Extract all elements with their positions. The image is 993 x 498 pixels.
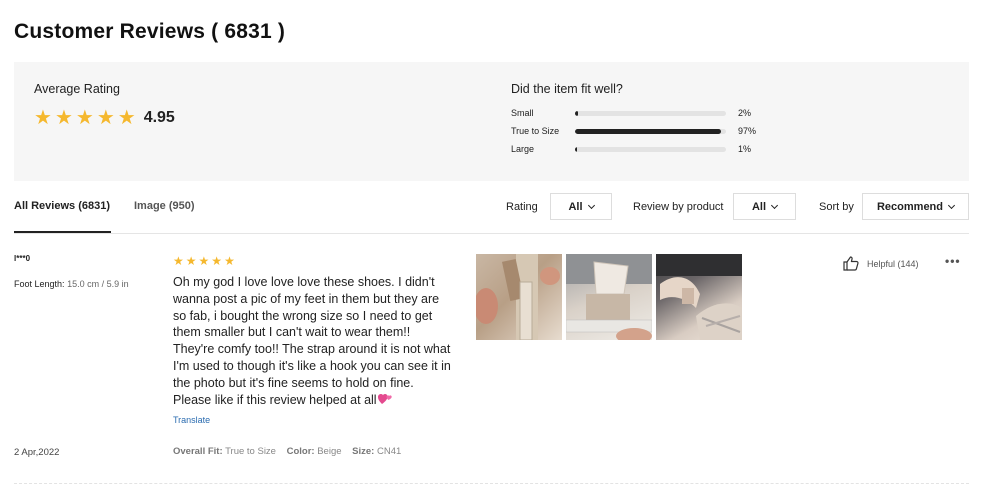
chevron-down-icon xyxy=(587,201,595,209)
star-icon: ★ xyxy=(211,254,223,268)
review-date: 2 Apr,2022 xyxy=(14,447,60,458)
star-icon: ★ xyxy=(54,107,73,129)
fit-label: Small xyxy=(511,108,534,118)
fit-label: Large xyxy=(511,144,535,154)
star-icon: ★ xyxy=(224,254,235,268)
fit-bar-fill xyxy=(575,129,722,134)
review-text: Oh my god I love love love these shoes. … xyxy=(173,275,451,407)
fit-row-true-to-size: True to Size 97% xyxy=(511,124,771,138)
thumbs-up-icon xyxy=(843,256,859,271)
review-divider xyxy=(14,483,969,484)
star-icon: ★ xyxy=(117,107,136,129)
size-value: CN41 xyxy=(377,446,402,457)
fit-question: Did the item fit well? xyxy=(511,82,623,96)
review-photo-3[interactable] xyxy=(656,254,742,340)
fit-bar xyxy=(575,129,726,134)
review-photo-2-image xyxy=(566,254,652,340)
tab-image[interactable]: Image (950) xyxy=(134,200,195,212)
foot-length-label: Foot Length: xyxy=(14,279,65,289)
sort-label: Sort by xyxy=(819,201,854,213)
fit-row-large: Large 1% xyxy=(511,142,771,156)
fit-label: True to Size xyxy=(511,126,560,136)
translate-link[interactable]: Translate xyxy=(173,415,210,425)
rating-summary-panel: Average Rating ★ ★ ★ ★ ★ 4.95 Did the it… xyxy=(14,62,969,181)
overall-fit-value: True to Size xyxy=(225,446,276,457)
star-icon: ★ xyxy=(96,107,115,129)
sort-dropdown[interactable]: Recommend xyxy=(862,193,969,220)
color-label: Color: xyxy=(286,446,315,457)
size-label: Size: xyxy=(352,446,375,457)
star-icon: ★ xyxy=(198,254,210,268)
fit-bar-fill xyxy=(575,147,577,152)
more-options-button[interactable]: ••• xyxy=(945,255,961,267)
fit-bar xyxy=(575,147,726,152)
fit-bar-fill xyxy=(575,111,579,116)
review-photo-1-image xyxy=(476,254,560,340)
rating-filter-dropdown[interactable]: All xyxy=(550,193,612,220)
review-photo-1[interactable] xyxy=(476,254,562,340)
star-icon: ★ xyxy=(75,107,94,129)
review-photo-3-image xyxy=(656,254,742,340)
rating-filter-value: All xyxy=(568,200,583,213)
helpful-button[interactable]: Helpful (144) xyxy=(843,256,919,271)
average-rating-value: 4.95 xyxy=(143,109,175,126)
foot-length-value: 15.0 cm / 5.9 in xyxy=(67,279,129,289)
fit-bar xyxy=(575,111,726,116)
review-photo-2[interactable] xyxy=(566,254,652,340)
reviewer-name: l***0 xyxy=(14,254,31,263)
fit-percent: 1% xyxy=(738,144,752,154)
color-value: Beige xyxy=(317,446,342,457)
overall-fit-label: Overall Fit: xyxy=(173,446,223,457)
product-filter-dropdown[interactable]: All xyxy=(733,193,796,220)
rating-filter-label: Rating xyxy=(506,201,538,213)
review-rating-stars: ★ ★ ★ ★ ★ xyxy=(173,255,237,267)
chevron-down-icon xyxy=(947,201,956,209)
product-filter-label: Review by product xyxy=(633,201,724,213)
helpful-label: Helpful (144) xyxy=(867,258,919,269)
foot-length: Foot Length: 15.0 cm / 5.9 in xyxy=(14,279,129,289)
fit-percent: 97% xyxy=(738,126,757,136)
two-hearts-icon xyxy=(377,393,392,404)
review-attributes: Overall Fit: True to Size Color: Beige S… xyxy=(173,446,401,457)
review-body: Oh my god I love love love these shoes. … xyxy=(173,274,451,408)
page-title: Customer Reviews ( 6831 ) xyxy=(14,20,286,43)
sort-value: Recommend xyxy=(876,200,944,213)
tabs-divider xyxy=(14,233,969,234)
fit-row-small: Small 2% xyxy=(511,106,771,120)
average-rating-label: Average Rating xyxy=(34,82,120,96)
chevron-down-icon xyxy=(770,201,779,209)
fit-percent: 2% xyxy=(738,108,752,118)
product-filter-value: All xyxy=(751,200,767,213)
tab-all-reviews[interactable]: All Reviews (6831) xyxy=(14,200,110,212)
star-icon: ★ xyxy=(173,254,184,268)
star-icon: ★ xyxy=(185,254,197,268)
star-icon: ★ xyxy=(34,107,52,129)
average-rating-stars: ★ ★ ★ ★ ★ 4.95 xyxy=(34,108,175,128)
